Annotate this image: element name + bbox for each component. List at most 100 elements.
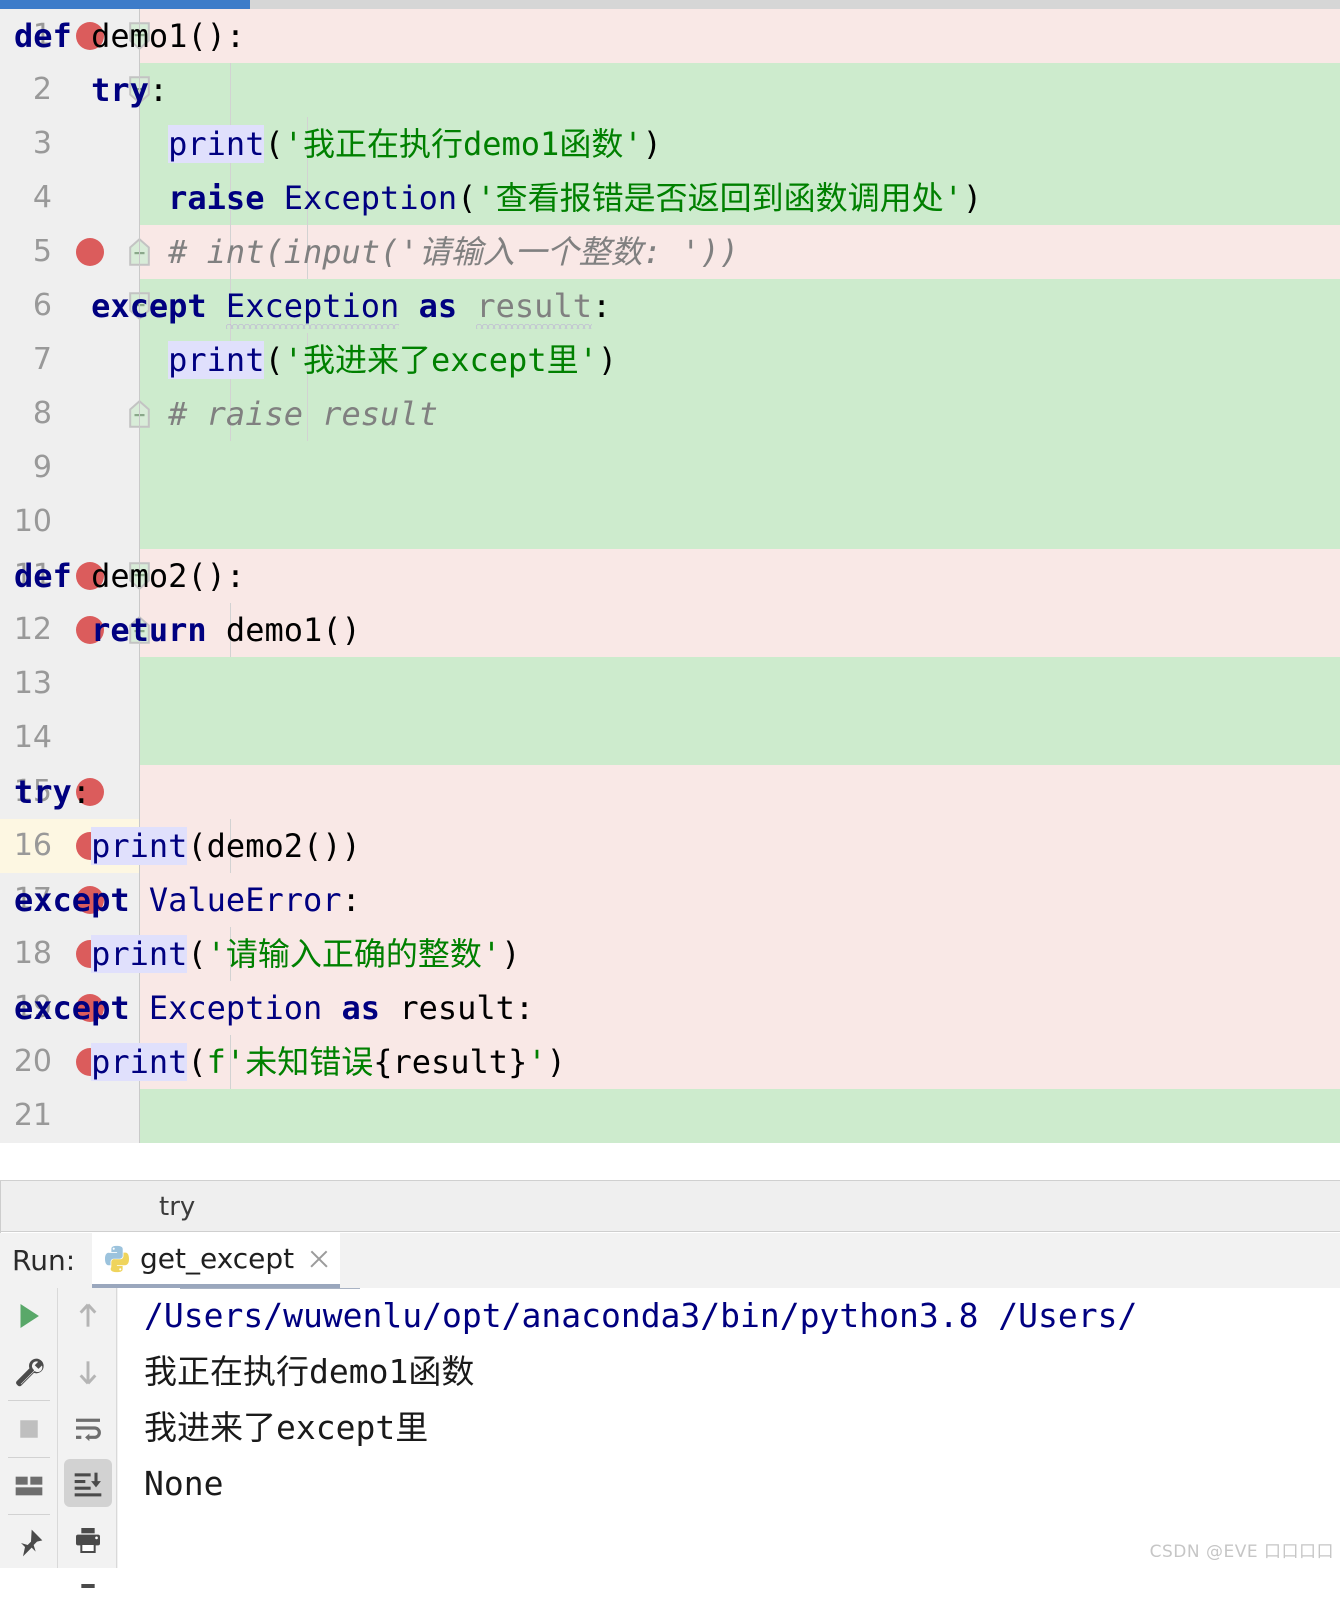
code-token: except xyxy=(14,989,130,1027)
editor-line[interactable]: 7 print('我进来了except里') xyxy=(0,333,1340,387)
line-code: try: xyxy=(14,63,168,117)
editor-line[interactable]: 6 except Exception as result: xyxy=(0,279,1340,333)
code-token: Exception xyxy=(225,287,400,332)
editor-line[interactable]: 10 xyxy=(0,495,1340,549)
layout-icon[interactable] xyxy=(0,1458,58,1514)
line-background xyxy=(140,657,1340,711)
editor-line[interactable]: 2 try: xyxy=(0,63,1340,117)
editor-line[interactable]: 4 raise Exception('查看报错是否返回到函数调用处') xyxy=(0,171,1340,225)
up-arrow-icon[interactable] xyxy=(59,1288,117,1344)
code-token: as xyxy=(341,989,381,1027)
editor-line[interactable]: 3 print('我正在执行demo1函数') xyxy=(0,117,1340,171)
line-code: return demo1() xyxy=(14,603,361,657)
pin-icon[interactable] xyxy=(0,1515,58,1571)
code-token: Exception xyxy=(283,179,458,217)
clear-all-icon[interactable] xyxy=(59,1568,117,1624)
gutter-divider xyxy=(139,765,140,819)
close-icon[interactable] xyxy=(306,1246,332,1272)
editor-line[interactable]: 5 # int(input('请输入一个整数: ')) xyxy=(0,225,1340,279)
editor-line[interactable]: 15 try: xyxy=(0,765,1340,819)
editor-line[interactable]: 20 print(f'未知错误{result}') xyxy=(0,1035,1340,1089)
code-token: '请输入正确的整数' xyxy=(206,935,502,973)
code-token: {result} xyxy=(373,1043,528,1081)
code-token: ) xyxy=(546,1043,566,1081)
code-token: ( xyxy=(264,341,284,379)
line-code: except ValueError: xyxy=(14,873,361,927)
editor-line[interactable]: 18 print('请输入正确的整数') xyxy=(0,927,1340,981)
code-token: ) xyxy=(642,125,662,163)
stop-icon[interactable] xyxy=(0,1401,58,1457)
code-token: print xyxy=(91,935,188,973)
line-code: # int(input('请输入一个整数: ')) xyxy=(14,225,739,279)
editor-line[interactable]: 1 def demo1(): xyxy=(0,9,1340,63)
code-token: ValueError xyxy=(148,881,342,919)
rerun-icon[interactable] xyxy=(0,1288,58,1344)
code-token: : xyxy=(71,773,92,811)
down-arrow-icon[interactable] xyxy=(59,1344,117,1400)
line-background xyxy=(140,495,1340,549)
code-token: print xyxy=(91,827,188,865)
line-code: # raise result xyxy=(14,387,438,441)
breadcrumb[interactable]: try xyxy=(0,1180,1340,1233)
scroll-to-end-icon[interactable] xyxy=(59,1456,117,1512)
code-token: print xyxy=(168,341,265,379)
soft-wrap-icon[interactable] xyxy=(59,1400,117,1456)
editor-line[interactable]: 21 xyxy=(0,1089,1340,1143)
code-token: ) xyxy=(962,179,983,217)
console-command-line: /Users/wuwenlu/opt/anaconda3/bin/python3… xyxy=(144,1296,1138,1335)
console-output-line: 我正在执行demo1函数 xyxy=(144,1352,475,1391)
scrollbar-thumb[interactable] xyxy=(0,0,250,9)
code-editor[interactable]: 1 def demo1(): 2 try: 3 print('我正在执行demo1函数… xyxy=(0,9,1340,1180)
editor-line[interactable]: 11 def demo2(): xyxy=(0,549,1340,603)
console-output-line: None xyxy=(144,1464,224,1503)
code-token: def xyxy=(14,557,72,595)
line-background xyxy=(140,441,1340,495)
horizontal-scrollbar[interactable] xyxy=(0,0,1340,9)
code-token: '查看报错是否返回到函数调用处' xyxy=(476,179,963,217)
gutter-divider xyxy=(139,495,140,549)
editor-line[interactable]: 12 return demo1() xyxy=(0,603,1340,657)
line-code: print('我进来了except里') xyxy=(14,333,617,387)
run-tool-window-header: Run: get_except xyxy=(0,1233,1340,1288)
console-output[interactable]: /Users/wuwenlu/opt/anaconda3/bin/python3… xyxy=(118,1288,1340,1568)
code-token: result xyxy=(476,287,592,332)
editor-line[interactable]: 13 xyxy=(0,657,1340,711)
code-token: # raise result xyxy=(168,395,438,433)
breadcrumb-edge xyxy=(0,1181,1,1233)
code-token: ' xyxy=(527,1043,547,1081)
editor-line[interactable]: 9 xyxy=(0,441,1340,495)
console-scrollbar[interactable] xyxy=(180,1288,360,1289)
line-number: 9 xyxy=(32,450,52,485)
print-icon[interactable] xyxy=(59,1512,117,1568)
line-background xyxy=(140,765,1340,819)
run-tab-get-except[interactable]: get_except xyxy=(92,1233,341,1288)
breadcrumb-item-try[interactable]: try xyxy=(159,1181,195,1233)
editor-line[interactable]: 17 except ValueError: xyxy=(0,873,1340,927)
code-token: Exception xyxy=(148,989,323,1027)
line-number: 13 xyxy=(13,666,52,701)
editor-line[interactable]: 16 print(demo2()) xyxy=(0,819,1340,873)
line-code: print('请输入正确的整数') xyxy=(14,927,520,981)
line-code: except Exception as result: xyxy=(14,279,611,333)
code-token: demo1() xyxy=(225,611,361,649)
settings-icon[interactable] xyxy=(0,1344,58,1400)
line-code: print('我正在执行demo1函数') xyxy=(14,117,662,171)
editor-line[interactable]: 8 # raise result xyxy=(0,387,1340,441)
code-token: ( xyxy=(264,125,284,163)
editor-line[interactable]: 14 xyxy=(0,711,1340,765)
line-background xyxy=(140,9,1340,63)
code-token: ( xyxy=(187,935,207,973)
code-token: demo2(): xyxy=(91,557,246,595)
editor-line[interactable]: 19 except Exception as result: xyxy=(0,981,1340,1035)
